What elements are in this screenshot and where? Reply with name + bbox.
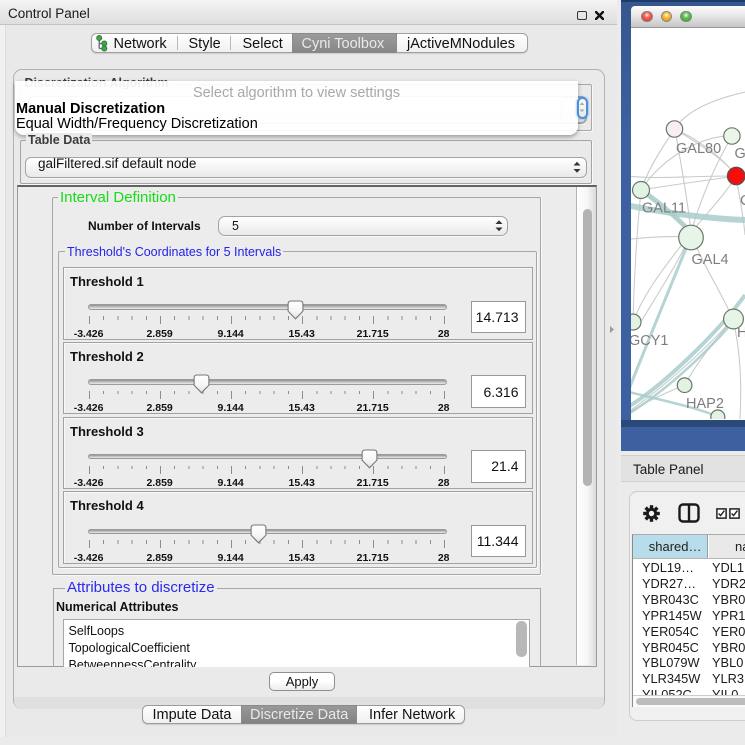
svg-text:GAL11: GAL11 — [642, 201, 686, 217]
svg-text:C: C — [740, 193, 745, 209]
svg-text:GAL80: GAL80 — [676, 141, 721, 157]
svg-text:GAL4: GAL4 — [692, 252, 729, 268]
svg-text:HAP2: HAP2 — [686, 396, 724, 412]
svg-text:GCY1: GCY1 — [631, 333, 669, 349]
svg-text:HI: HI — [737, 325, 745, 341]
svg-text:GA: GA — [735, 146, 745, 162]
